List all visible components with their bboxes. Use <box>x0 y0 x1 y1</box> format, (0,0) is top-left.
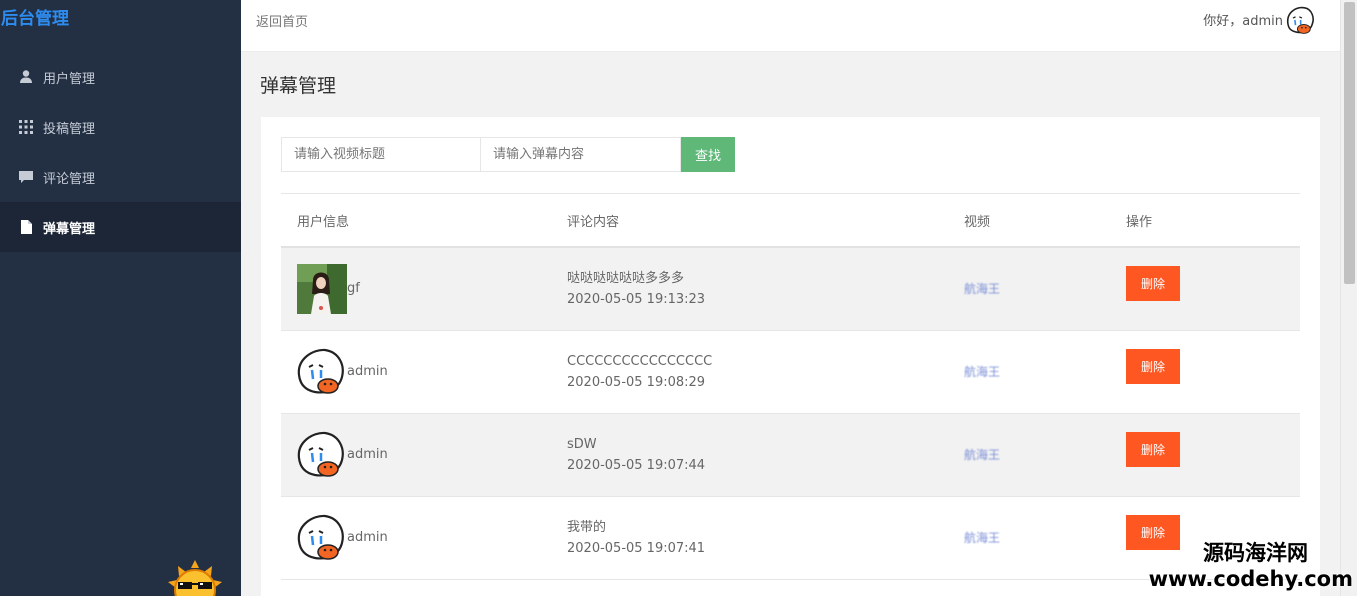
sidebar-item-label: 评论管理 <box>43 171 96 187</box>
delete-button[interactable]: 删除 <box>1126 349 1180 384</box>
danmaku-text: CCCCCCCCCCCCCCCC <box>567 354 713 369</box>
delete-button[interactable]: 删除 <box>1126 432 1180 467</box>
username: admin <box>347 363 388 379</box>
avatar[interactable] <box>1284 3 1316 37</box>
top-bar: 返回首页 你好，admin <box>241 0 1340 52</box>
comment-icon <box>18 169 34 185</box>
avatar <box>297 347 347 397</box>
sidebar-item-users[interactable]: 用户管理 <box>0 52 241 102</box>
danmaku-time: 2020-05-05 19:13:23 <box>567 292 706 307</box>
watermark: 源码海洋网 www.codehy.com <box>1149 538 1353 590</box>
search-button[interactable]: 查找 <box>681 137 735 172</box>
table-header: 用户信息 评论内容 视频 操作 <box>281 194 1300 248</box>
search-bar: 查找 <box>281 137 735 172</box>
scrollbar-thumb[interactable] <box>1344 2 1355 284</box>
app-logo[interactable]: 后台管理 <box>0 0 241 40</box>
watermark-url: www.codehy.com <box>1148 567 1353 591</box>
watermark-name: 源码海洋网 <box>1203 541 1308 565</box>
danmaku-text: sDW <box>567 437 597 452</box>
sun-mascot-icon <box>164 560 226 596</box>
table-row: admin CCCCCCCCCCCCCCCC 2020-05-05 19:08:… <box>281 331 1300 414</box>
danmaku-time: 2020-05-05 19:07:44 <box>567 458 706 473</box>
danmaku-time: 2020-05-05 19:07:41 <box>567 541 706 556</box>
username: admin <box>347 529 388 545</box>
username: admin <box>347 446 388 462</box>
video-title-search-input[interactable] <box>281 137 481 172</box>
sidebar-item-danmaku[interactable]: 弹幕管理 <box>0 202 241 252</box>
header-video: 视频 <box>964 214 991 230</box>
danmaku-content-search-input[interactable] <box>481 137 681 172</box>
sidebar: 后台管理 用户管理 投稿管理 评论管理 弹幕管理 <box>0 0 241 596</box>
video-link[interactable]: 航海王 <box>964 529 1000 546</box>
table-row: gf 哒哒哒哒哒哒多多多 2020-05-05 19:13:23 航海王 删除 <box>281 248 1300 331</box>
video-link[interactable]: 航海王 <box>964 280 1000 297</box>
sidebar-item-label: 用户管理 <box>43 71 96 87</box>
video-link[interactable]: 航海王 <box>964 446 1000 463</box>
grid-icon <box>18 119 34 135</box>
sidebar-item-label: 弹幕管理 <box>43 221 96 237</box>
danmaku-table: 用户信息 评论内容 视频 操作 gf 哒哒哒哒哒哒多多多 2020-05-05 … <box>281 193 1300 580</box>
header-operation: 操作 <box>1126 214 1153 230</box>
table-row: admin 我带的 2020-05-05 19:07:41 航海王 删除 <box>281 497 1300 580</box>
header-user: 用户信息 <box>297 214 350 230</box>
danmaku-text: 我带的 <box>567 520 607 535</box>
username: gf <box>347 280 360 296</box>
video-link[interactable]: 航海王 <box>964 363 1000 380</box>
file-icon <box>18 219 34 235</box>
page-scrollbar[interactable] <box>1340 0 1357 596</box>
sidebar-item-posts[interactable]: 投稿管理 <box>0 102 241 152</box>
avatar <box>297 264 347 314</box>
content-card: 查找 用户信息 评论内容 视频 操作 <box>261 117 1320 596</box>
avatar <box>297 430 347 480</box>
sidebar-item-comments[interactable]: 评论管理 <box>0 152 241 202</box>
danmaku-time: 2020-05-05 19:08:29 <box>567 375 706 390</box>
back-home-link[interactable]: 返回首页 <box>256 11 308 30</box>
sidebar-item-label: 投稿管理 <box>43 121 96 137</box>
page-title: 弹幕管理 <box>260 75 337 97</box>
delete-button[interactable]: 删除 <box>1126 266 1180 301</box>
user-greeting[interactable]: 你好，admin <box>1203 10 1283 29</box>
header-content: 评论内容 <box>567 214 620 230</box>
avatar <box>297 513 347 563</box>
user-icon <box>18 69 34 85</box>
danmaku-text: 哒哒哒哒哒哒多多多 <box>567 271 685 286</box>
table-row: admin sDW 2020-05-05 19:07:44 航海王 删除 <box>281 414 1300 497</box>
sidebar-menu: 用户管理 投稿管理 评论管理 弹幕管理 <box>0 52 241 252</box>
